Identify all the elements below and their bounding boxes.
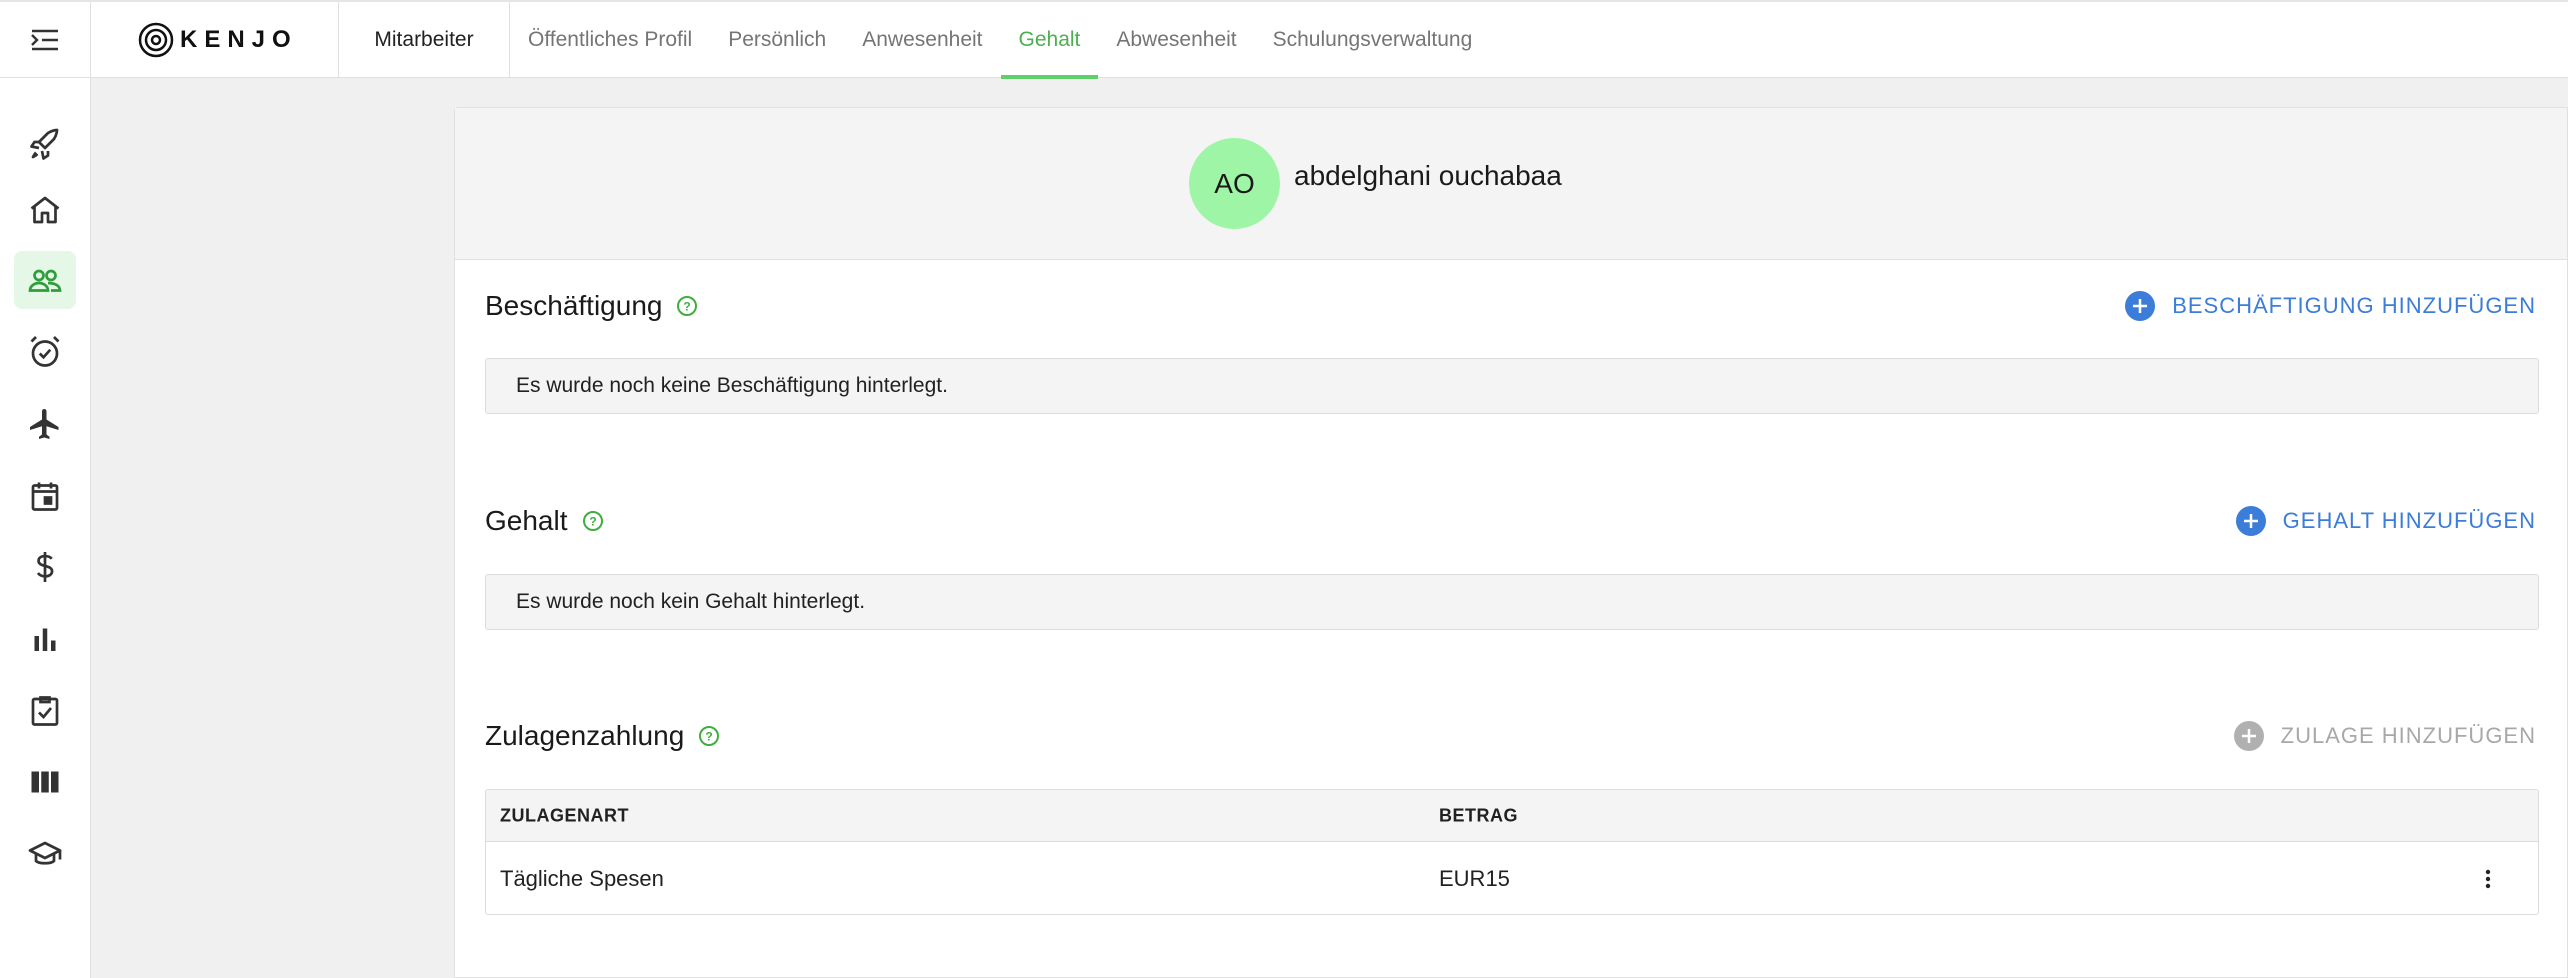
table-row: Tägliche Spesen EUR15: [486, 842, 2538, 914]
sidebar-item-training[interactable]: [14, 826, 76, 884]
module-title[interactable]: Mitarbeiter: [339, 2, 510, 78]
rocket-icon: [30, 128, 59, 160]
svg-text:?: ?: [706, 730, 713, 744]
clipboard-check-icon: [31, 696, 59, 726]
sidebar-item-time[interactable]: [14, 323, 76, 381]
add-employment-button[interactable]: BESCHÄFTIGUNG HINZUFÜGEN: [2124, 290, 2536, 322]
sidebar: [0, 78, 91, 978]
logo-mark-icon: [138, 22, 174, 58]
allowance-amount-cell: EUR15: [1439, 865, 1510, 891]
help-icon[interactable]: ?: [582, 510, 604, 532]
employment-section-title: Beschäftigung ?: [485, 290, 698, 322]
graduation-cap-icon: [28, 841, 62, 865]
sidebar-item-start[interactable]: [14, 116, 76, 174]
tab-salary[interactable]: Gehalt: [1000, 2, 1099, 79]
employment-title-text: Beschäftigung: [485, 290, 663, 321]
bar-chart-icon: [34, 628, 56, 651]
sidebar-item-calendar[interactable]: [14, 467, 76, 525]
alarm-clock-icon: [30, 336, 60, 367]
column-header-type[interactable]: ZULAGENART: [500, 805, 629, 826]
plus-circle-icon: [2125, 291, 2156, 321]
salary-empty-message: Es wurde noch kein Gehalt hinterlegt.: [485, 574, 2539, 630]
profile-header: AO abdelghani ouchabaa: [455, 108, 2567, 260]
allowance-table: ZULAGENART BETRAG Tägliche Spesen EUR15: [485, 789, 2539, 915]
tab-bar: Öffentliches Profil Persönlich Anwesenhe…: [510, 2, 1491, 79]
employment-empty-message: Es wurde noch keine Beschäftigung hinter…: [485, 358, 2539, 414]
salary-section-title: Gehalt ?: [485, 505, 604, 537]
add-allowance-button[interactable]: ZULAGE HINZUFÜGEN: [2233, 720, 2536, 752]
allowance-title-text: Zulagenzahlung: [485, 720, 685, 751]
add-salary-label: GEHALT HINZUFÜGEN: [2282, 508, 2536, 533]
svg-text:?: ?: [684, 300, 691, 314]
sidebar-item-reports[interactable]: [14, 610, 76, 668]
salary-panel: AO abdelghani ouchabaa Beschäftigung ? B…: [454, 107, 2568, 978]
tab-public-profile[interactable]: Öffentliches Profil: [510, 2, 710, 78]
tab-absence[interactable]: Abwesenheit: [1098, 2, 1254, 78]
column-header-amount[interactable]: BETRAG: [1439, 805, 1518, 826]
columns-icon: [31, 771, 59, 793]
calendar-icon: [31, 482, 59, 511]
airplane-icon: [30, 409, 59, 439]
top-bar: KENJO Mitarbeiter Öffentliches Profil Pe…: [0, 0, 2568, 79]
people-icon: [28, 269, 62, 292]
help-icon[interactable]: ?: [698, 725, 720, 747]
tab-personal[interactable]: Persönlich: [710, 2, 844, 78]
plus-circle-icon: [2235, 506, 2266, 536]
logo-text: KENJO: [180, 26, 298, 53]
home-icon: [30, 196, 60, 224]
sidebar-item-boards[interactable]: [14, 753, 76, 811]
employee-name: abdelghani ouchabaa: [1294, 160, 1562, 191]
sidebar-item-tasks[interactable]: [14, 682, 76, 740]
sidebar-item-employees[interactable]: [14, 251, 76, 309]
kenjo-logo[interactable]: KENJO: [91, 2, 339, 78]
menu-collapse-icon: [31, 29, 58, 51]
add-salary-button[interactable]: GEHALT HINZUFÜGEN: [2235, 505, 2536, 537]
more-options-icon[interactable]: [2476, 867, 2500, 891]
sidebar-item-home[interactable]: [14, 181, 76, 239]
allowance-section-title: Zulagenzahlung ?: [485, 720, 720, 752]
avatar: AO: [1189, 138, 1280, 229]
help-icon[interactable]: ?: [676, 295, 698, 317]
sidebar-item-payroll[interactable]: [14, 538, 76, 596]
plus-circle-icon: [2233, 721, 2264, 751]
allowance-type-cell: Tägliche Spesen: [500, 865, 664, 891]
salary-title-text: Gehalt: [485, 505, 568, 536]
add-allowance-label: ZULAGE HINZUFÜGEN: [2280, 723, 2536, 748]
tab-training[interactable]: Schulungsverwaltung: [1255, 2, 1491, 78]
tab-attendance[interactable]: Anwesenheit: [844, 2, 1000, 78]
add-employment-label: BESCHÄFTIGUNG HINZUFÜGEN: [2172, 293, 2536, 318]
dollar-icon: [36, 552, 54, 582]
sidebar-item-absence[interactable]: [14, 395, 76, 453]
menu-toggle-button[interactable]: [0, 2, 91, 78]
svg-text:?: ?: [589, 515, 596, 529]
table-header: ZULAGENART BETRAG: [486, 790, 2538, 842]
